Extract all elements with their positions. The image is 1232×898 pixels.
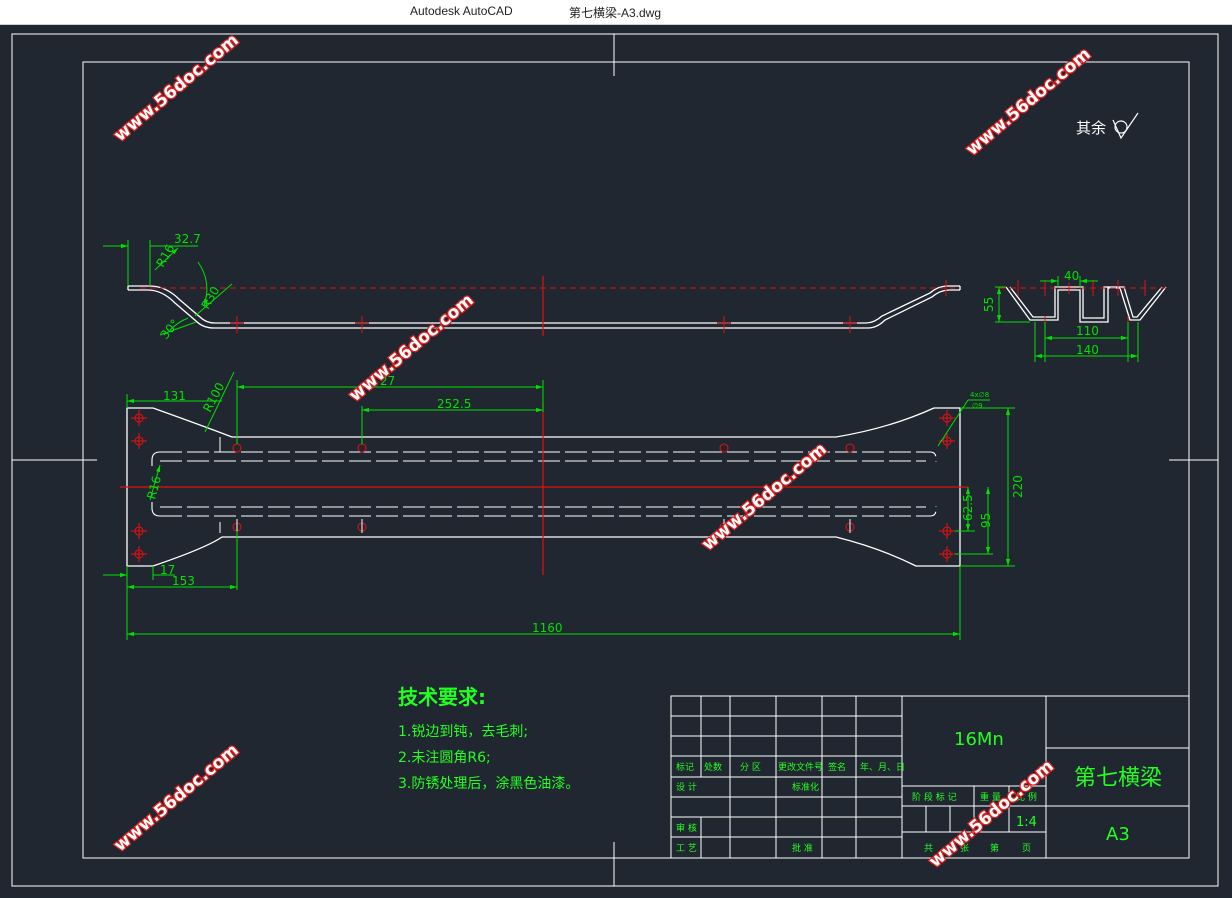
svg-text:1160: 1160: [532, 621, 563, 635]
svg-text:分 区: 分 区: [740, 762, 761, 773]
svg-text:标准化: 标准化: [792, 781, 819, 793]
app-title: Autodesk AutoCAD: [410, 4, 513, 18]
tech-item: 2.未注圆角R6;: [398, 750, 491, 766]
watermark: www.56doc.com: [110, 740, 242, 856]
svg-text:页: 页: [1022, 843, 1031, 854]
svg-text:年、月、日: 年、月、日: [860, 761, 905, 773]
svg-text:标记: 标记: [676, 761, 694, 773]
svg-text:110: 110: [1076, 324, 1099, 338]
tech-item: 1.锐边到钝，去毛刺;: [398, 724, 528, 740]
plan-view: 131 R100 27 252.5 R16 17 153 1160 62.5 9…: [103, 371, 1025, 640]
roughness-icon: [1112, 112, 1139, 140]
outer-frame: [11, 33, 1219, 887]
svg-text:设 计: 设 计: [676, 781, 697, 793]
svg-text:批 准: 批 准: [792, 842, 813, 854]
title-block: 标记 处数 分 区 更改文件号 签名 年、月、日 设 计 标准化 审 核 工 艺…: [670, 695, 1190, 859]
side-view: 32.7 R16 R30 30°: [103, 232, 961, 342]
svg-text:153: 153: [172, 574, 195, 588]
drawing-canvas[interactable]: 其余 32.7 R16 R30 30° 40 55 110 140 131 R1…: [0, 24, 1232, 898]
material: 16Mn: [954, 729, 1004, 750]
svg-text:R100: R100: [200, 380, 227, 414]
surface-roughness-note: 其余: [1076, 112, 1139, 140]
surface-note-text: 其余: [1076, 119, 1106, 137]
svg-text:更改文件号: 更改文件号: [778, 761, 823, 773]
svg-text:62.5: 62.5: [961, 494, 975, 521]
svg-text:40: 40: [1064, 269, 1079, 283]
watermarks: www.56doc.com www.56doc.com www.56doc.co…: [109, 29, 1096, 873]
part-name: 第七横梁: [1074, 766, 1162, 791]
svg-text:审 核: 审 核: [676, 822, 697, 834]
watermark: www.56doc.com: [345, 290, 477, 406]
svg-text:95: 95: [979, 513, 993, 528]
file-title: 第七横梁-A3.dwg: [569, 6, 662, 20]
section-view: 40 55 110 140: [982, 269, 1170, 362]
svg-text:签名: 签名: [828, 761, 846, 773]
watermark: www.56doc.com: [925, 756, 1057, 872]
svg-text:252.5: 252.5: [437, 397, 471, 411]
svg-text:工 艺: 工 艺: [676, 843, 697, 854]
svg-text:∅9: ∅9: [972, 402, 983, 410]
svg-text:30°: 30°: [158, 317, 182, 342]
tech-item: 3.防锈处理后，涂黑色油漆。: [398, 775, 579, 792]
tech-requirements: 技术要求: 1.锐边到钝，去毛刺; 2.未注圆角R6; 3.防锈处理后，涂黑色油…: [398, 685, 579, 792]
svg-text:131: 131: [163, 389, 186, 403]
center-marks: [12, 34, 1218, 886]
svg-text:处数: 处数: [704, 761, 722, 773]
tech-title: 技术要求:: [398, 685, 486, 709]
svg-text:220: 220: [1011, 475, 1025, 498]
svg-text:32.7: 32.7: [174, 232, 201, 246]
svg-text:第: 第: [990, 842, 999, 854]
window-titlebar: Autodesk AutoCAD 第七横梁-A3.dwg: [0, 0, 1232, 25]
svg-text:R16: R16: [144, 474, 164, 500]
svg-text:55: 55: [982, 297, 996, 312]
scale: 1:4: [1016, 815, 1037, 830]
sheet-size: A3: [1106, 824, 1130, 845]
inner-frame: [82, 61, 1190, 859]
svg-text:4x∅8: 4x∅8: [970, 391, 989, 399]
svg-text:140: 140: [1076, 343, 1099, 357]
watermark: www.56doc.com: [110, 30, 242, 146]
svg-text:阶 段 标 记: 阶 段 标 记: [912, 791, 957, 803]
